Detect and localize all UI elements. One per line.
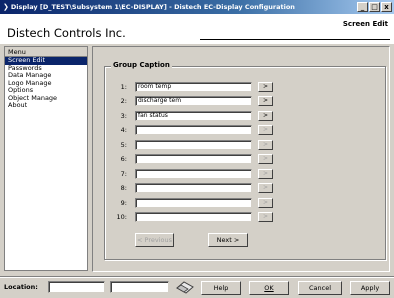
caption-input-2[interactable]: discharge tem [135, 96, 252, 106]
company-name: Distech Controls Inc. [7, 26, 126, 40]
caption-input-10[interactable] [135, 212, 252, 222]
group-title: Group Caption [111, 61, 172, 69]
caption-input-7[interactable] [135, 169, 252, 179]
caption-select-button-8[interactable]: > [258, 183, 273, 193]
maximize-button[interactable]: □ [369, 2, 380, 12]
caption-select-button-3[interactable]: > [258, 111, 273, 121]
help-button[interactable]: Help [201, 281, 241, 295]
menu-list[interactable]: Menu Screen Edit Passwords Data Manage L… [4, 46, 88, 271]
apply-button[interactable]: Apply [350, 281, 390, 295]
caption-input-3[interactable]: fan status [135, 111, 252, 121]
header-divider [200, 39, 390, 40]
row-number: 6: [120, 155, 127, 163]
caption-input-5[interactable] [135, 140, 252, 150]
caption-select-button-1[interactable]: > [258, 82, 273, 92]
location-input-secondary[interactable] [110, 281, 169, 293]
caption-input-6[interactable] [135, 154, 252, 164]
caption-input-1[interactable]: room temp [135, 82, 252, 92]
title-bar: ❯ Display [D_TEST\Subsystem 1\EC-DISPLAY… [0, 0, 394, 14]
caption-select-button-5[interactable]: > [258, 140, 273, 150]
row-number: 1: [120, 83, 127, 91]
window-controls: _ □ x [357, 2, 392, 12]
previous-button[interactable]: < Previous [135, 233, 174, 247]
caption-select-button-4[interactable]: > [258, 125, 273, 135]
app-icon: ❯ [3, 3, 9, 11]
caption-select-button-2[interactable]: > [258, 96, 273, 106]
caption-select-button-10[interactable]: > [258, 212, 273, 222]
caption-input-4[interactable] [135, 125, 252, 135]
window-title: Display [D_TEST\Subsystem 1\EC-DISPLAY] … [10, 3, 295, 11]
row-number: 4: [120, 126, 127, 134]
header: Distech Controls Inc. Screen Edit [0, 14, 394, 44]
location-label: Location: [4, 283, 38, 291]
row-number: 8: [120, 184, 127, 192]
row-number: 7: [120, 170, 127, 178]
ok-button[interactable]: OK [249, 281, 289, 295]
close-button[interactable]: x [381, 2, 392, 12]
cancel-button[interactable]: Cancel [298, 281, 342, 295]
caption-input-8[interactable] [135, 183, 252, 193]
screen-name: Screen Edit [342, 20, 388, 28]
eraser-icon[interactable] [174, 280, 196, 294]
row-number: 3: [120, 112, 127, 120]
row-number: 9: [120, 199, 127, 207]
location-input[interactable] [48, 281, 105, 293]
menu-item-about[interactable]: About [5, 101, 87, 110]
caption-select-button-6[interactable]: > [258, 154, 273, 164]
row-number: 10: [116, 213, 127, 221]
caption-input-9[interactable] [135, 198, 252, 208]
caption-select-button-7[interactable]: > [258, 169, 273, 179]
minimize-button[interactable]: _ [357, 2, 368, 12]
row-number: 5: [120, 141, 127, 149]
caption-select-button-9[interactable]: > [258, 198, 273, 208]
row-number: 2: [120, 97, 127, 105]
next-button[interactable]: Next > [208, 233, 248, 247]
